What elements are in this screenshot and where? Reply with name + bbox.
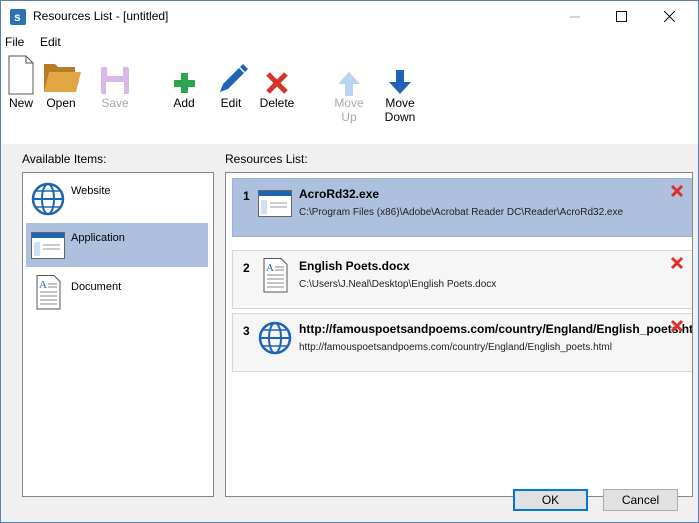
maximize-icon <box>615 11 627 22</box>
application-window-icon <box>31 232 65 259</box>
resource-item[interactable]: 1 AcroRd32.exe C:\Program Files (x86)\Ad… <box>232 178 692 237</box>
document-icon: A <box>36 275 61 310</box>
move-down-label-2: Down <box>384 110 416 124</box>
remove-resource-icon[interactable] <box>670 256 684 270</box>
move-up-label-1: Move <box>334 96 364 110</box>
minimize-button[interactable] <box>552 1 598 32</box>
resource-title: AcroRd32.exe <box>299 187 380 201</box>
available-item-application[interactable]: Application <box>26 223 208 267</box>
globe-icon <box>31 182 65 216</box>
add-button[interactable]: Add <box>169 52 199 110</box>
menu-edit[interactable]: Edit <box>40 35 61 49</box>
move-up-button[interactable]: Move Up <box>331 52 367 124</box>
edit-button[interactable]: Edit <box>214 52 248 110</box>
add-label: Add <box>173 96 195 110</box>
delete-label: Delete <box>259 96 295 110</box>
new-button[interactable]: New <box>4 52 38 110</box>
resource-number: 3 <box>243 324 250 338</box>
close-button[interactable] <box>646 1 692 32</box>
svg-text:A: A <box>39 279 47 291</box>
move-down-button[interactable]: Move Down <box>379 52 421 124</box>
save-button[interactable]: Save <box>97 52 133 110</box>
remove-resource-icon[interactable] <box>670 184 684 198</box>
app-logo-icon: s <box>10 9 26 25</box>
available-item-label: Website <box>71 185 111 197</box>
delete-x-icon <box>266 72 288 94</box>
move-up-label-2: Up <box>341 110 357 124</box>
resource-item[interactable]: 2 A English Poets.docx C:\Users\J.Neal\D… <box>232 250 692 309</box>
folder-open-icon <box>44 64 81 92</box>
resources-list-label: Resources List: <box>225 152 308 166</box>
open-label: Open <box>46 96 76 110</box>
edit-label: Edit <box>220 96 242 110</box>
menu-file[interactable]: File <box>5 35 24 49</box>
menu-bar: File Edit <box>1 32 698 52</box>
close-icon <box>663 11 675 22</box>
document-icon: A <box>263 258 288 293</box>
new-file-icon <box>8 55 34 95</box>
resource-title: http://famouspoetsandpoems.com/country/E… <box>299 322 693 336</box>
resource-item[interactable]: 3 http://famouspoetsandpoems.com/country… <box>232 313 693 372</box>
remove-resource-icon[interactable] <box>670 319 684 333</box>
ok-button[interactable]: OK <box>513 489 588 511</box>
maximize-button[interactable] <box>598 1 644 32</box>
resource-number: 2 <box>243 261 250 275</box>
delete-button[interactable]: Delete <box>256 52 298 110</box>
save-disk-icon <box>101 67 129 94</box>
available-item-label: Application <box>71 232 125 244</box>
available-items-list[interactable]: Website Application A Document <box>22 172 214 497</box>
open-button[interactable]: Open <box>39 52 83 110</box>
available-item-document[interactable]: A Document <box>26 270 208 314</box>
available-items-label: Available Items: <box>22 152 107 166</box>
svg-text:A: A <box>266 262 274 274</box>
resources-list[interactable]: 1 AcroRd32.exe C:\Program Files (x86)\Ad… <box>225 172 693 497</box>
resource-path: http://famouspoetsandpoems.com/country/E… <box>299 342 612 353</box>
add-plus-icon <box>174 73 195 93</box>
cancel-button[interactable]: Cancel <box>603 489 678 511</box>
save-label: Save <box>101 96 129 110</box>
new-label: New <box>8 96 33 110</box>
available-item-website[interactable]: Website <box>26 177 208 221</box>
globe-icon <box>258 321 292 355</box>
minimize-icon <box>570 16 580 17</box>
resource-path: C:\Program Files (x86)\Adobe\Acrobat Rea… <box>299 207 624 218</box>
resources-list-window: s Resources List - [untitled] File Edit … <box>0 0 699 523</box>
resource-number: 1 <box>243 189 250 203</box>
available-item-label: Document <box>71 281 122 293</box>
resource-path: C:\Users\J.Neal\Desktop\English Poets.do… <box>299 279 497 290</box>
window-title: Resources List - [untitled] <box>33 9 169 23</box>
resource-title: English Poets.docx <box>299 259 410 273</box>
arrow-up-icon <box>338 72 360 96</box>
pencil-icon <box>220 64 248 92</box>
arrow-down-icon <box>389 70 411 94</box>
toolbar: New Open Save Add Edit Delete Move Up Mo… <box>1 52 698 144</box>
title-bar: s Resources List - [untitled] <box>1 1 698 32</box>
application-window-icon <box>258 190 292 217</box>
move-down-label-1: Move <box>385 96 415 110</box>
